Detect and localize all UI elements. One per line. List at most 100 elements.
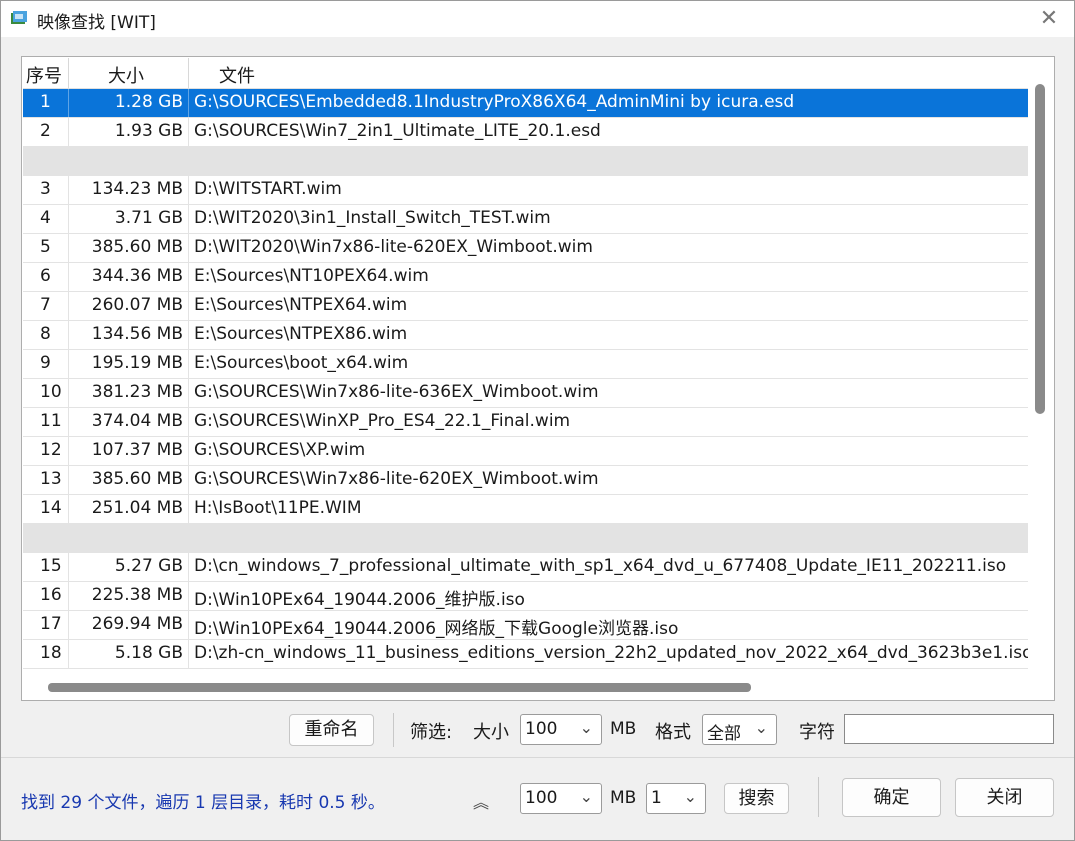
row-file: D:\WIT2020\Win7x86-lite-620EX_Wimboot.wi… xyxy=(194,237,593,257)
filter-label: 筛选: xyxy=(410,722,453,743)
close-button[interactable]: 关闭 xyxy=(955,778,1054,817)
row-file: E:\Sources\NTPEX86.wim xyxy=(194,324,408,344)
table-row[interactable]: 13 385.60 MB G:\SOURCES\Win7x86-lite-620EX… xyxy=(23,466,1028,495)
title-bar: 映像查找 [WIT] ✕ xyxy=(1,1,1074,37)
row-size: 225.38 MB xyxy=(91,585,183,605)
row-file: D:\zh-cn_windows_11_business_editions_ve… xyxy=(194,643,1028,663)
table-row[interactable]: 14 251.04 MB H:\IsBoot\11PE.WIM xyxy=(23,495,1028,524)
table-row[interactable]: 4 3.71 GB D:\WIT2020\3in1_Install_Switch_T… xyxy=(23,205,1028,234)
chars-input[interactable] xyxy=(844,714,1054,744)
rename-button[interactable]: 重命名 xyxy=(289,714,374,746)
table-row[interactable]: 5 385.60 MB D:\WIT2020\Win7x86-lite-620EX_… xyxy=(23,234,1028,263)
table-row[interactable]: 15 5.27 GB D:\cn_windows_7_professional_ul… xyxy=(23,553,1028,582)
file-list[interactable]: 序号 大小 文件 1 1.28 GB G:\SOURCES\Embedded8.1I… xyxy=(21,56,1055,701)
row-size: 385.60 MB xyxy=(91,469,183,489)
row-size: 1.28 GB xyxy=(114,92,183,112)
depth-combo[interactable]: 1 ⌄ xyxy=(646,783,706,814)
chevron-down-icon: ⌄ xyxy=(579,718,593,737)
row-size: 344.36 MB xyxy=(91,266,183,286)
row-index: 6 xyxy=(40,266,51,286)
header-size[interactable]: 大小 xyxy=(108,62,144,88)
row-size: 374.04 MB xyxy=(91,411,183,431)
horizontal-scrollbar[interactable] xyxy=(48,683,751,692)
row-file: G:\SOURCES\Embedded8.1IndustryProX86X64_… xyxy=(194,92,795,112)
table-row[interactable]: 10 381.23 MB G:\SOURCES\Win7x86-lite-636EX… xyxy=(23,379,1028,408)
row-index: 10 xyxy=(40,382,62,402)
app-icon xyxy=(11,11,27,24)
table-row[interactable]: 3 134.23 MB D:\WITSTART.wim xyxy=(23,176,1028,205)
group-separator-row xyxy=(23,524,1028,553)
row-file: G:\SOURCES\Win7_2in1_Ultimate_LITE_20.1.… xyxy=(194,121,601,141)
row-index: 4 xyxy=(40,208,51,228)
size-value-combo[interactable]: 100 ⌄ xyxy=(520,783,602,814)
row-size: 260.07 MB xyxy=(91,295,183,315)
close-icon[interactable]: ✕ xyxy=(1037,7,1061,31)
ok-button[interactable]: 确定 xyxy=(842,778,941,817)
row-file: G:\SOURCES\Win7x86-lite-620EX_Wimboot.wi… xyxy=(194,469,599,489)
row-file: E:\Sources\boot_x64.wim xyxy=(194,353,409,373)
row-index: 7 xyxy=(40,295,51,315)
row-file: D:\Win10PEx64_19044.2006_维护版.iso xyxy=(194,590,525,610)
row-index: 17 xyxy=(40,614,62,634)
size-label: 大小 xyxy=(473,722,509,743)
size-filter-combo[interactable]: 100 ⌄ xyxy=(520,714,602,745)
row-file: G:\SOURCES\XP.wim xyxy=(194,440,366,460)
row-size: 134.23 MB xyxy=(91,179,183,199)
size-unit-label: MB xyxy=(610,719,637,739)
row-index: 9 xyxy=(40,353,51,373)
row-index: 13 xyxy=(40,469,62,489)
row-file: D:\cn_windows_7_professional_ultimate_wi… xyxy=(194,556,1007,576)
table-row[interactable]: 1 1.28 GB G:\SOURCES\Embedded8.1IndustryPr… xyxy=(23,89,1028,118)
table-row[interactable]: 9 195.19 MB E:\Sources\boot_x64.wim xyxy=(23,350,1028,379)
row-index: 18 xyxy=(40,643,62,663)
row-index: 3 xyxy=(40,179,51,199)
row-index: 15 xyxy=(40,556,62,576)
row-size: 134.56 MB xyxy=(91,324,183,344)
header-index[interactable]: 序号 xyxy=(26,62,62,88)
table-row[interactable]: 8 134.56 MB E:\Sources\NTPEX86.wim xyxy=(23,321,1028,350)
chevron-down-icon: ⌄ xyxy=(579,787,593,806)
format-label: 格式 xyxy=(655,722,691,743)
row-size: 5.18 GB xyxy=(114,643,183,663)
row-index: 14 xyxy=(40,498,62,518)
search-button[interactable]: 搜索 xyxy=(724,783,789,814)
table-row[interactable]: 2 1.93 GB G:\SOURCES\Win7_2in1_Ultimate_LI… xyxy=(23,118,1028,147)
row-index: 1 xyxy=(40,92,51,112)
vertical-scrollbar[interactable] xyxy=(1035,84,1045,414)
chars-label: 字符 xyxy=(799,722,835,743)
expand-icon[interactable]: ︽ xyxy=(473,789,489,813)
row-file: E:\Sources\NT10PEX64.wim xyxy=(194,266,429,286)
row-index: 8 xyxy=(40,324,51,344)
row-size: 269.94 MB xyxy=(91,614,183,634)
status-text: 找到 29 个文件，遍历 1 层目录，耗时 0.5 秒。 xyxy=(21,793,385,813)
row-index: 12 xyxy=(40,440,62,460)
row-file: E:\Sources\NTPEX64.wim xyxy=(194,295,408,315)
row-index: 2 xyxy=(40,121,51,141)
list-rows: 1 1.28 GB G:\SOURCES\Embedded8.1IndustryPr… xyxy=(23,89,1028,679)
table-row[interactable]: 18 5.18 GB D:\zh-cn_windows_11_business_ed… xyxy=(23,640,1028,669)
footer-size-unit: MB xyxy=(610,788,637,808)
row-size: 251.04 MB xyxy=(91,498,183,518)
row-size: 195.19 MB xyxy=(91,353,183,373)
group-separator-row xyxy=(23,147,1028,176)
row-index: 16 xyxy=(40,585,62,605)
window-title: 映像查找 [WIT] xyxy=(37,13,156,33)
row-file: D:\Win10PEx64_19044.2006_网络版_下载Google浏览器… xyxy=(194,619,679,639)
row-file: D:\WITSTART.wim xyxy=(194,179,342,199)
row-size: 381.23 MB xyxy=(91,382,183,402)
row-file: D:\WIT2020\3in1_Install_Switch_TEST.wim xyxy=(194,208,551,228)
table-row[interactable]: 11 374.04 MB G:\SOURCES\WinXP_Pro_ES4_22.1… xyxy=(23,408,1028,437)
table-row[interactable]: 6 344.36 MB E:\Sources\NT10PEX64.wim xyxy=(23,263,1028,292)
chevron-down-icon: ⌄ xyxy=(754,718,768,737)
format-combo[interactable]: 全部 ⌄ xyxy=(702,714,777,745)
table-row[interactable]: 16 225.38 MB D:\Win10PEx64_19044.2006_维护版.… xyxy=(23,582,1028,611)
row-size: 107.37 MB xyxy=(91,440,183,460)
list-header: 序号 大小 文件 xyxy=(23,58,1028,89)
row-size: 5.27 GB xyxy=(114,556,183,576)
row-file: G:\SOURCES\WinXP_Pro_ES4_22.1_Final.wim xyxy=(194,411,571,431)
header-file[interactable]: 文件 xyxy=(219,62,255,88)
table-row[interactable]: 7 260.07 MB E:\Sources\NTPEX64.wim xyxy=(23,292,1028,321)
row-size: 1.93 GB xyxy=(114,121,183,141)
table-row[interactable]: 17 269.94 MB D:\Win10PEx64_19044.2006_网络版_… xyxy=(23,611,1028,640)
table-row[interactable]: 12 107.37 MB G:\SOURCES\XP.wim xyxy=(23,437,1028,466)
